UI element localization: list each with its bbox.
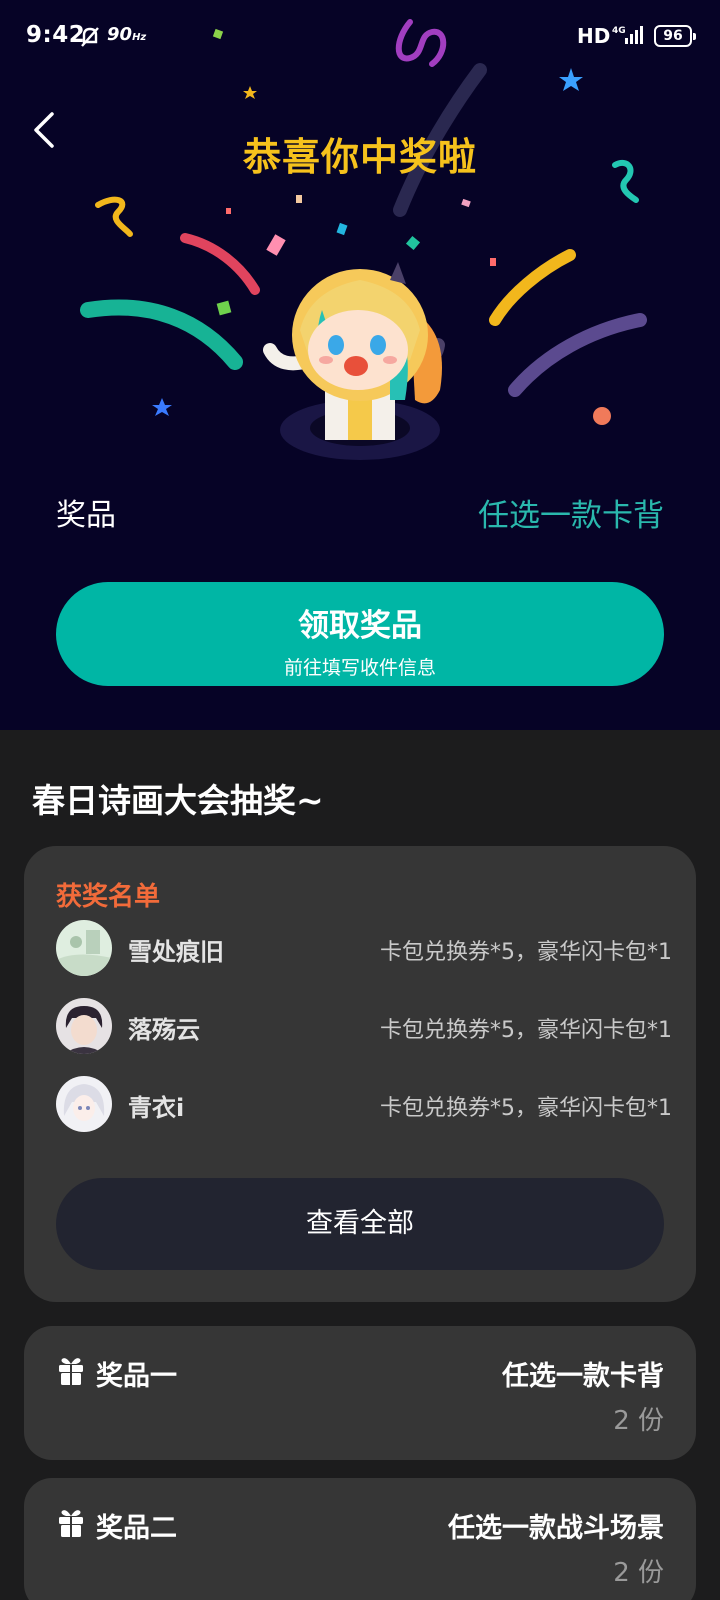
claim-button-label: 领取奖品: [298, 608, 422, 644]
avatar: [56, 920, 112, 976]
gift-icon: [59, 1510, 83, 1537]
svg-text:4G: 4G: [612, 26, 626, 36]
avatar: [56, 998, 112, 1054]
signal-icon: 4G: [612, 26, 643, 44]
winner-row[interactable]: 雪处痕旧 卡包兑换券*5，豪华闪卡包*1: [56, 920, 672, 976]
prize-value: 任选一款卡背: [478, 498, 664, 534]
winners-card: 获奖名单 雪处痕旧 卡包兑换券*5，豪华闪卡包*1 落殇云 卡包兑换券*5，豪华…: [24, 846, 696, 1302]
prize-card: 奖品二 任选一款战斗场景 2 份: [24, 1478, 696, 1600]
gift-icon: [59, 1358, 83, 1385]
prize-summary: 奖品 任选一款卡背: [56, 490, 664, 534]
winner-row[interactable]: 青衣i 卡包兑换券*5，豪华闪卡包*1: [56, 1076, 672, 1132]
event-title: 春日诗画大会抽奖~: [32, 781, 324, 820]
network-hd: HD: [577, 24, 611, 48]
mascot-illustration: [263, 262, 445, 460]
prize-card: 奖品一 任选一款卡背 2 份: [24, 1326, 696, 1460]
winner-name: 雪处痕旧: [128, 938, 224, 966]
winner-name: 青衣i: [128, 1094, 185, 1122]
prize-name: 奖品一: [96, 1361, 177, 1392]
winner-prize: 卡包兑换券*5，豪华闪卡包*1: [380, 1096, 672, 1121]
view-all-button[interactable]: 查看全部: [56, 1178, 664, 1270]
winners-title: 获奖名单: [56, 882, 161, 912]
status-bar: 9:42 90Hz HD 4G 96: [0, 0, 720, 76]
claim-prize-button[interactable]: 领取奖品 前往填写收件信息: [56, 582, 664, 686]
winner-prize: 卡包兑换券*5，豪华闪卡包*1: [380, 1018, 672, 1043]
winner-name: 落殇云: [128, 1016, 200, 1044]
prize-count: 2 份: [613, 1406, 664, 1436]
refresh-rate: 90Hz: [107, 24, 147, 45]
mute-bell-icon: [81, 27, 99, 47]
congrats-title: 恭喜你中奖啦: [242, 135, 477, 179]
prize-name: 奖品二: [96, 1513, 177, 1544]
winner-row[interactable]: 落殇云 卡包兑换券*5，豪华闪卡包*1: [56, 998, 672, 1054]
prize-description: 任选一款战斗场景: [448, 1513, 664, 1544]
hero-banner: 9:42 90Hz HD 4G 96 恭喜你中奖啦 奖品 任选一款卡背 领取奖品…: [0, 0, 720, 730]
prize-description: 任选一款卡背: [502, 1361, 664, 1392]
avatar: [56, 1076, 112, 1132]
status-time: 9:42: [26, 22, 86, 48]
prize-label: 奖品: [56, 498, 116, 533]
winner-prize: 卡包兑换券*5，豪华闪卡包*1: [380, 940, 672, 965]
battery-indicator: 96: [654, 25, 696, 47]
prize-count: 2 份: [613, 1558, 664, 1588]
claim-button-sublabel: 前往填写收件信息: [283, 657, 436, 679]
